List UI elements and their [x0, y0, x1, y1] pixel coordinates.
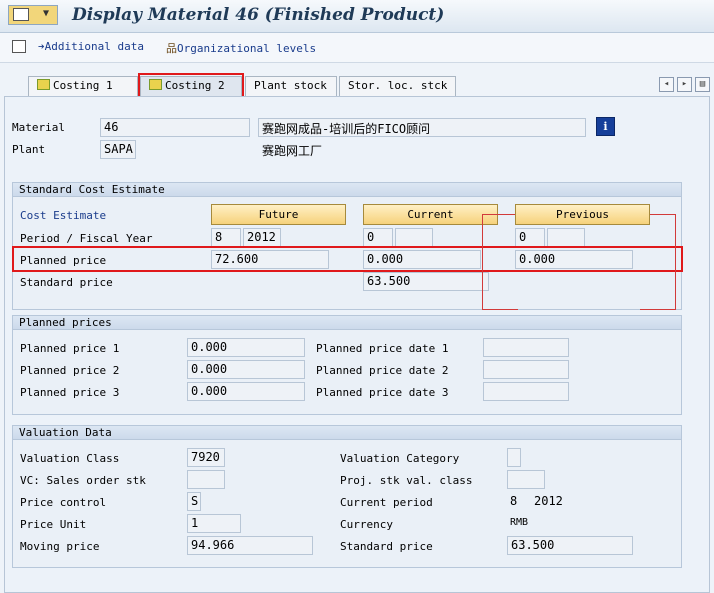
- plant-field[interactable]: SAPA: [100, 140, 136, 159]
- annotation-line: [482, 214, 515, 215]
- moving-price-field[interactable]: 94.966: [187, 536, 313, 555]
- hierarchy-icon: 品: [166, 42, 177, 55]
- moving-price-label: Moving price: [20, 540, 100, 553]
- tab-list-button[interactable]: ▤: [695, 77, 710, 92]
- standard-price-field[interactable]: 63.500: [363, 272, 489, 291]
- valuation-category-field[interactable]: [507, 448, 521, 467]
- price-control-label: Price control: [20, 496, 107, 509]
- planned-price-1-field[interactable]: 0.000: [187, 338, 305, 357]
- material-field[interactable]: 46: [100, 118, 250, 137]
- planned-price-date-2-field[interactable]: [483, 360, 569, 379]
- tab-plant-stock[interactable]: Plant stock: [245, 76, 337, 96]
- planned-price-1-label: Planned price 1: [20, 342, 120, 355]
- annotation-line: [482, 309, 518, 310]
- check-icon: [37, 79, 50, 90]
- additional-data-button[interactable]: ➔Additional data: [38, 40, 144, 53]
- current-period-label: Current period: [340, 496, 433, 509]
- future-year-field[interactable]: 2012: [243, 228, 281, 247]
- current-year-field[interactable]: [395, 228, 433, 247]
- tab-costing-1[interactable]: Costing 1: [28, 76, 138, 96]
- planned-price-date-2-label: Planned price date 2: [316, 364, 449, 377]
- planned-price-2-label: Planned price 2: [20, 364, 120, 377]
- planned-price-2-field[interactable]: 0.000: [187, 360, 305, 379]
- annotation-line: [650, 214, 676, 215]
- standard-price-label: Standard price: [20, 276, 113, 289]
- group-title: Planned prices: [13, 316, 681, 330]
- material-label: Material: [12, 121, 65, 134]
- arrow-right-icon: ➔: [38, 40, 45, 53]
- std-price-label: Standard price: [340, 540, 433, 553]
- vc-sales-order-stk-field[interactable]: [187, 470, 225, 489]
- valuation-class-field[interactable]: 7920: [187, 448, 225, 467]
- highlight-box-tab: [138, 73, 244, 98]
- period-fiscal-year-label: Period / Fiscal Year: [20, 232, 153, 245]
- proj-stk-val-class-field[interactable]: [507, 470, 545, 489]
- window-title: Display Material 46 (Finished Product): [72, 5, 445, 25]
- std-price-field[interactable]: 63.500: [507, 536, 633, 555]
- current-period-value: 8: [510, 494, 518, 508]
- vc-sales-order-stk-label: VC: Sales order stk: [20, 474, 146, 487]
- cost-estimate-label: Cost Estimate: [20, 209, 107, 222]
- valuation-class-label: Valuation Class: [20, 452, 120, 465]
- annotation-line: [675, 214, 676, 310]
- price-unit-field[interactable]: 1: [187, 514, 241, 533]
- currency-label: Currency: [340, 518, 393, 531]
- price-control-field[interactable]: S: [187, 492, 201, 511]
- material-description-field[interactable]: 赛跑网成品-培训后的FICO顾问: [258, 118, 586, 137]
- annotation-line: [482, 214, 483, 310]
- planned-price-date-1-field[interactable]: [483, 338, 569, 357]
- planned-price-date-1-label: Planned price date 1: [316, 342, 449, 355]
- planned-price-date-3-label: Planned price date 3: [316, 386, 449, 399]
- tab-stor-loc-stck[interactable]: Stor. loc. stck: [339, 76, 456, 96]
- planned-price-3-field[interactable]: 0.000: [187, 382, 305, 401]
- currency-value: RMB: [510, 517, 529, 528]
- previous-year-field[interactable]: [547, 228, 585, 247]
- window-menu-icon: [13, 8, 29, 21]
- future-button[interactable]: Future: [211, 204, 346, 225]
- planned-price-date-3-field[interactable]: [483, 382, 569, 401]
- chevron-down-icon: ▼: [43, 8, 50, 19]
- group-title: Standard Cost Estimate: [13, 183, 681, 197]
- current-year-value: 2012: [534, 494, 563, 508]
- future-period-field[interactable]: 8: [211, 228, 241, 247]
- plant-label: Plant: [12, 143, 46, 156]
- proj-stk-val-class-label: Proj. stk val. class: [340, 474, 473, 487]
- valuation-category-label: Valuation Category: [340, 452, 460, 465]
- highlight-box-planned-price: [12, 246, 683, 272]
- current-period-field[interactable]: 0: [363, 228, 393, 247]
- previous-button[interactable]: Previous: [515, 204, 650, 225]
- system-menu-button[interactable]: ▼: [8, 5, 58, 25]
- other-view-icon[interactable]: [12, 40, 26, 53]
- plant-description: 赛跑网工厂: [262, 144, 323, 158]
- tab-scroll-left-button[interactable]: ◂: [659, 77, 674, 92]
- annotation-line: [640, 309, 676, 310]
- price-unit-label: Price Unit: [20, 518, 87, 531]
- tab-scroll-right-button[interactable]: ▸: [677, 77, 692, 92]
- planned-price-3-label: Planned price 3: [20, 386, 120, 399]
- current-button[interactable]: Current: [363, 204, 498, 225]
- group-title: Valuation Data: [13, 426, 681, 440]
- previous-period-field[interactable]: 0: [515, 228, 545, 247]
- info-icon[interactable]: i: [596, 117, 615, 136]
- org-levels-button[interactable]: 品Organizational levels: [166, 40, 316, 56]
